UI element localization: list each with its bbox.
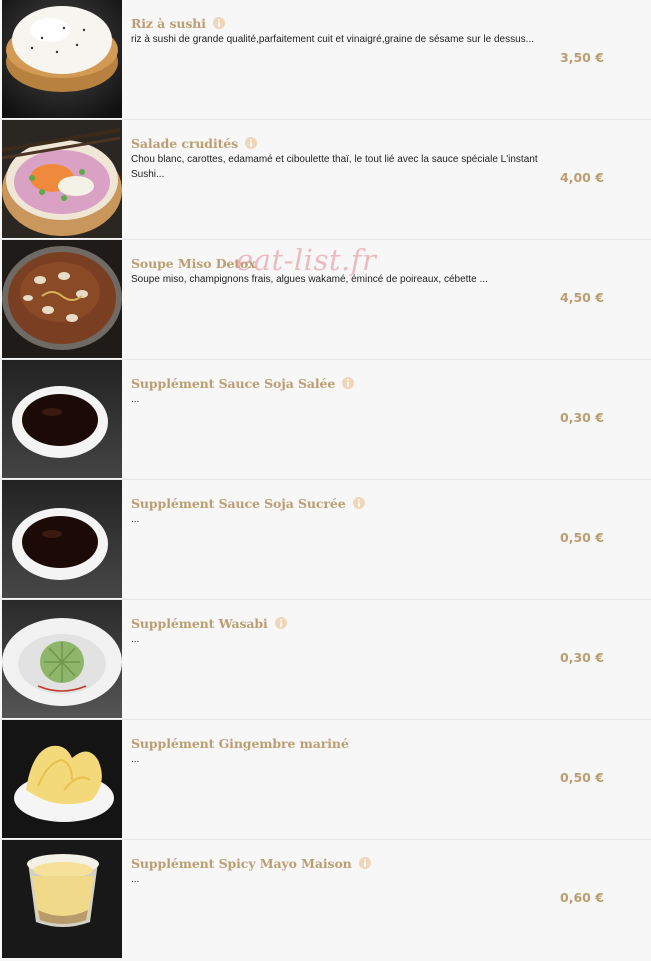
item-price: 4,50 € — [560, 290, 604, 305]
item-description: ... — [131, 754, 140, 765]
info-icon[interactable] — [342, 377, 355, 389]
menu-item-soupe-miso-detox[interactable]: Soupe Miso Detox Soupe miso, champignons… — [0, 240, 651, 360]
sweet-soy-sauce-bowl-image[interactable] — [2, 480, 122, 598]
item-title-row: Riz à sushi — [131, 14, 225, 32]
menu-item-salade-crudites[interactable]: Salade crudités Chou blanc, carottes, ed… — [0, 120, 651, 240]
rice-bowl-image[interactable] — [2, 0, 122, 118]
wasabi-dish-image[interactable] — [2, 600, 122, 718]
item-price: 0,30 € — [560, 650, 604, 665]
item-title[interactable]: Soupe Miso Detox — [131, 256, 256, 271]
menu-list: Riz à sushi riz à sushi de grande qualit… — [0, 0, 651, 960]
pickled-ginger-image[interactable] — [2, 720, 122, 838]
menu-item-spicy-mayo-maison[interactable]: Supplément Spicy Mayo Maison ... 0,60 € — [0, 840, 651, 960]
item-price: 3,50 € — [560, 50, 604, 65]
info-icon[interactable] — [274, 617, 287, 629]
soy-sauce-bowl-image[interactable] — [2, 360, 122, 478]
item-description: ... — [131, 634, 140, 645]
menu-item-sauce-soja-salee[interactable]: Supplément Sauce Soja Salée ... 0,30 € — [0, 360, 651, 480]
item-title[interactable]: Salade crudités — [131, 136, 238, 151]
info-icon[interactable] — [352, 497, 365, 509]
item-description: ... — [131, 874, 140, 885]
item-price: 4,00 € — [560, 170, 604, 185]
item-price: 0,50 € — [560, 770, 604, 785]
info-icon[interactable] — [245, 137, 258, 149]
item-title-row: Supplément Sauce Soja Salée — [131, 374, 355, 392]
item-title-row: Supplément Gingembre mariné — [131, 734, 349, 752]
item-title[interactable]: Supplément Gingembre mariné — [131, 736, 349, 751]
item-title[interactable]: Supplément Sauce Soja Salée — [131, 376, 335, 391]
item-description: ... — [131, 514, 140, 525]
spicy-mayo-cup-image[interactable] — [2, 840, 122, 958]
item-title-row: Supplément Spicy Mayo Maison — [131, 854, 371, 872]
item-title-row: Supplément Sauce Soja Sucrée — [131, 494, 365, 512]
item-title-row: Salade crudités — [131, 134, 258, 152]
salad-bowl-image[interactable] — [2, 120, 122, 238]
item-price: 0,50 € — [560, 530, 604, 545]
item-title-row: Supplément Wasabi — [131, 614, 287, 632]
info-icon[interactable] — [212, 17, 225, 29]
menu-item-wasabi[interactable]: Supplément Wasabi ... 0,30 € — [0, 600, 651, 720]
item-title[interactable]: Riz à sushi — [131, 16, 206, 31]
item-description: ... — [131, 394, 140, 405]
item-description: riz à sushi de grande qualité,parfaiteme… — [131, 34, 534, 45]
item-title[interactable]: Supplément Spicy Mayo Maison — [131, 856, 352, 871]
item-price: 0,60 € — [560, 890, 604, 905]
menu-item-sauce-soja-sucree[interactable]: Supplément Sauce Soja Sucrée ... 0,50 € — [0, 480, 651, 600]
item-title[interactable]: Supplément Wasabi — [131, 616, 268, 631]
item-description: Soupe miso, champignons frais, algues wa… — [131, 274, 488, 285]
miso-soup-image[interactable] — [2, 240, 122, 358]
menu-item-riz-a-sushi[interactable]: Riz à sushi riz à sushi de grande qualit… — [0, 0, 651, 120]
info-icon[interactable] — [358, 857, 371, 869]
item-price: 0,30 € — [560, 410, 604, 425]
menu-item-gingembre-marine[interactable]: Supplément Gingembre mariné ... 0,50 € — [0, 720, 651, 840]
item-title[interactable]: Supplément Sauce Soja Sucrée — [131, 496, 346, 511]
item-title-row: Soupe Miso Detox — [131, 254, 256, 272]
item-description: Chou blanc, carottes, edamamé et ciboule… — [131, 154, 538, 180]
